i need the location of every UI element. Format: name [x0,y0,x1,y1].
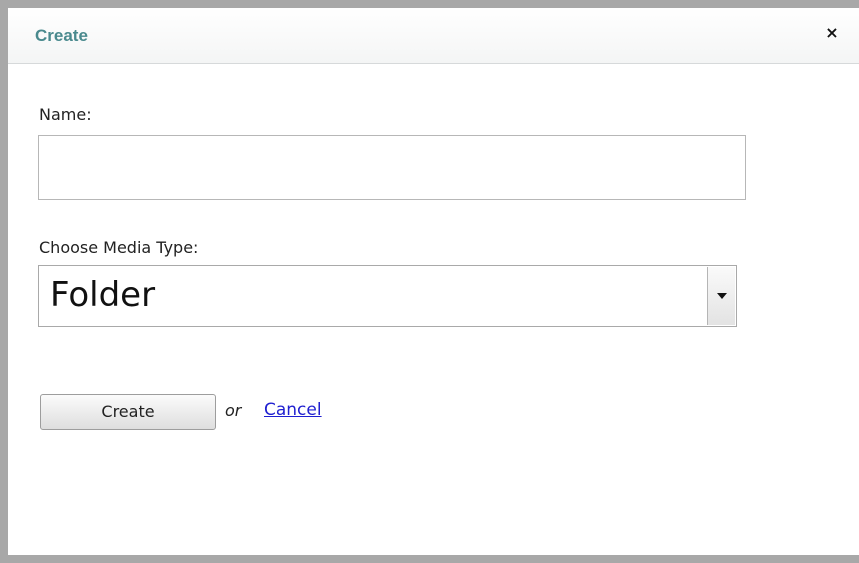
dialog-titlebar: Create × [8,8,859,64]
dropdown-button[interactable] [707,267,735,325]
create-button[interactable]: Create [40,394,216,430]
cancel-link[interactable]: Cancel [264,400,322,420]
media-type-label: Choose Media Type: [39,238,199,257]
close-icon[interactable]: × [822,22,842,44]
create-dialog: Create × Name: Choose Media Type: Folder… [8,8,859,555]
or-text: or [225,401,242,420]
media-type-selected-value: Folder [50,275,156,315]
name-input[interactable] [38,135,746,200]
media-type-select[interactable]: Folder [38,265,737,327]
chevron-down-icon [717,293,727,299]
name-label: Name: [39,105,92,124]
dialog-title: Create [35,26,88,45]
